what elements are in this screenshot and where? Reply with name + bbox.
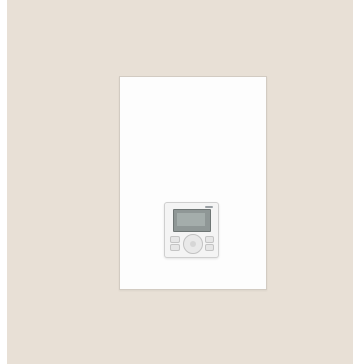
left-button-bottom (170, 244, 180, 251)
left-button-top (170, 236, 180, 243)
control-unit (164, 202, 219, 258)
image-frame (0, 0, 360, 364)
right-button-bottom (205, 244, 214, 251)
lcd-screen (173, 209, 211, 232)
navigation-dial (183, 234, 203, 254)
right-button-top (205, 236, 214, 243)
brand-mark (205, 206, 213, 208)
dial-center-button (190, 241, 196, 247)
lcd-display-area (177, 213, 205, 226)
